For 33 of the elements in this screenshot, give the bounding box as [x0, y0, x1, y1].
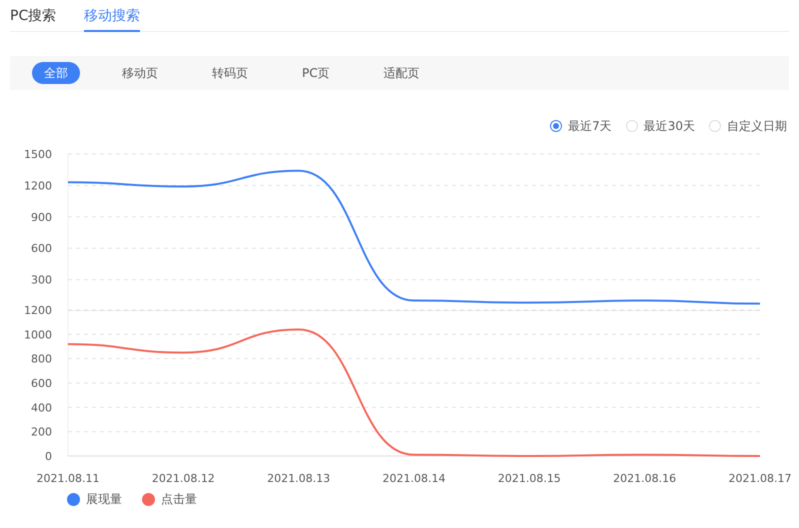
axis-label: 1200: [24, 179, 52, 192]
axis-label: 1200: [24, 304, 52, 317]
axis-label: 800: [31, 352, 52, 366]
axis-label: 2021.08.16: [613, 472, 676, 485]
axis-label: 200: [31, 426, 52, 439]
filter-button[interactable]: 全部: [32, 62, 80, 84]
radio-option[interactable]: 最近7天: [550, 118, 612, 134]
filter-button[interactable]: 适配页: [372, 62, 432, 84]
axis-label: 600: [31, 242, 52, 256]
axis-label: 2021.08.12: [152, 472, 215, 485]
filter-button[interactable]: 移动页: [110, 62, 170, 84]
axis-label: 2021.08.14: [382, 472, 446, 485]
radio-option[interactable]: 最近30天: [626, 118, 695, 134]
legend-dot: [67, 492, 80, 506]
legend-label: 点击量: [161, 491, 197, 508]
axis-label: 1500: [24, 148, 52, 161]
legend-label: 展现量: [86, 491, 122, 508]
axis-label: 600: [31, 377, 52, 390]
filter-button[interactable]: 转码页: [200, 62, 260, 84]
axis-label: 2021.08.13: [267, 472, 330, 485]
axis-label: 2021.08.17: [728, 472, 792, 485]
axis-label: 2021.08.15: [498, 472, 561, 485]
axis-label: 0: [45, 450, 52, 463]
axis-label: 1000: [24, 328, 52, 342]
radio-option[interactable]: 自定义日期: [709, 118, 787, 134]
axis-label: 900: [31, 210, 52, 224]
axis-label: 400: [31, 401, 52, 414]
axis-label: 2021.08.11: [36, 472, 100, 485]
axis-label: 300: [31, 274, 52, 287]
filter-button[interactable]: PC页: [290, 62, 342, 84]
tab[interactable]: PC搜索: [10, 0, 56, 32]
tab[interactable]: 移动搜索: [84, 0, 140, 32]
legend-dot: [142, 492, 155, 506]
